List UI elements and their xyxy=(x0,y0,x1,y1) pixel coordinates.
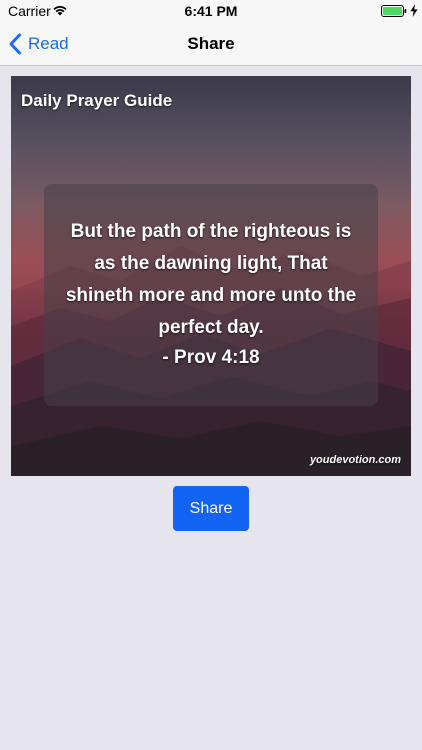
verse-text: But the path of the righteous is as the … xyxy=(65,221,357,338)
card-brand-title: Daily Prayer Guide xyxy=(21,91,173,110)
card-website: youdevotion.com xyxy=(309,454,401,466)
navigation-bar: Read Share xyxy=(0,22,422,66)
share-button[interactable]: Share xyxy=(173,486,249,531)
verse-reference: - Prov 4:18 xyxy=(162,347,260,368)
verse-share-image: Daily Prayer Guide But the path of the r… xyxy=(11,76,411,476)
page-title: Share xyxy=(187,34,235,53)
status-time: 6:41 PM xyxy=(184,3,238,19)
quote-box: But the path of the righteous is as the … xyxy=(44,184,378,406)
battery-full-icon xyxy=(381,5,407,17)
status-bar: Carrier 6:41 PM xyxy=(0,0,422,22)
charging-bolt-icon xyxy=(410,4,418,17)
